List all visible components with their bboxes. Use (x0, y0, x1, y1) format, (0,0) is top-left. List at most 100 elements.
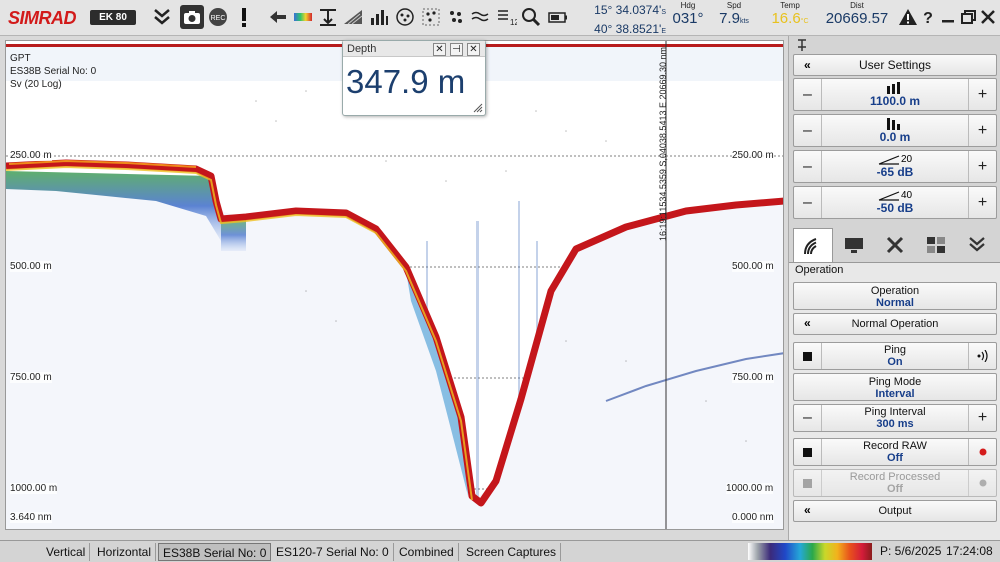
gain-20-value: -65 dB (876, 165, 914, 179)
depth-label-right-750: 750.00 m (732, 372, 774, 383)
gain-20-stepper[interactable]: – 20 -65 dB + (793, 150, 997, 183)
depth-label-left-500: 500.00 m (10, 261, 52, 272)
gain-20-tag: 20 (900, 154, 913, 165)
gain-40-increase-button[interactable]: + (968, 187, 996, 218)
ping-toggle[interactable]: Ping On (793, 342, 997, 370)
start-increase-button[interactable]: + (968, 115, 996, 146)
ping-interval-increase-button[interactable]: + (968, 405, 996, 431)
range-increase-button[interactable]: + (968, 79, 996, 110)
monitor-icon (845, 238, 863, 253)
tools-icon[interactable]: ✕ (433, 43, 446, 56)
record-processed-label: Record Processed (849, 471, 941, 483)
alert-icon[interactable] (232, 5, 256, 29)
tab-install[interactable] (957, 228, 997, 262)
layout-icon (927, 237, 945, 253)
time-readout: 17:24:08 (946, 544, 993, 558)
stop-square-icon (803, 351, 812, 361)
gain-40-stepper[interactable]: – 40 -50 dB + (793, 186, 997, 219)
start-bars-icon (887, 117, 900, 130)
range-decrease-button[interactable]: – (794, 79, 822, 110)
record-processed-toggle[interactable]: Record Processed Off (793, 469, 997, 497)
record-processed-value: Off (887, 483, 903, 495)
expand-chevron-icon: « (804, 316, 811, 330)
close-icon[interactable] (976, 5, 1000, 29)
depth-label-right-1000: 1000.00 m (726, 483, 774, 494)
pin-icon[interactable]: ⊣ (450, 43, 463, 56)
ping-mode-button[interactable]: Ping Mode Interval (793, 373, 997, 401)
position-readout: 15° 34.0374'S 40° 38.8521'E (580, 2, 666, 40)
ping-wave-icon (977, 350, 988, 362)
record-raw-stop-button[interactable] (794, 439, 822, 465)
ping-interval-value: 300 ms (876, 418, 914, 430)
output-button[interactable]: « Output (793, 500, 997, 522)
record-raw-toggle[interactable]: Record RAW Off (793, 438, 997, 466)
tab-display[interactable] (834, 228, 874, 262)
fish-cluster-icon[interactable] (444, 5, 468, 29)
ping-mode-value: Interval (875, 388, 915, 400)
ping-stop-button[interactable] (794, 343, 822, 369)
close-popup-icon[interactable]: ✕ (467, 43, 480, 56)
scatter-icon[interactable] (419, 5, 443, 29)
temp-value: 16.6 (771, 10, 801, 27)
tab-operation[interactable] (793, 228, 833, 262)
color-scale-icon[interactable] (291, 5, 315, 29)
gain-slope-icon (878, 191, 900, 201)
layer-icon[interactable]: 123 (494, 5, 518, 29)
gain-20-increase-button[interactable]: + (968, 151, 996, 182)
color-scale-bar[interactable] (748, 543, 872, 560)
record-icon[interactable]: REC (206, 5, 230, 29)
echogram-info-line1: GPT (10, 53, 31, 64)
tab-setup[interactable] (875, 228, 915, 262)
camera-icon[interactable] (180, 5, 204, 29)
tab-screen-captures[interactable]: Screen Captures (462, 543, 562, 561)
chevron-down-icon[interactable] (150, 5, 174, 29)
gain-20-decrease-button[interactable]: – (794, 151, 822, 182)
resize-grip-icon[interactable] (473, 103, 483, 113)
user-settings-button[interactable]: « User Settings (793, 54, 997, 76)
speed-label: Spd (726, 1, 742, 10)
right-bottom-range: 0.000 nm (732, 512, 774, 523)
control-panel: « User Settings – 1100.0 m + – 0.0 m + – (788, 36, 1000, 540)
vertical-marker-label: 16:19:11534.5359 S,04038.5413 E 20669.30… (658, 46, 668, 241)
ping-interval-decrease-button[interactable]: – (794, 405, 822, 431)
temp-unit: °C (800, 18, 809, 25)
operation-button[interactable]: Operation Normal (793, 282, 997, 310)
bottom-hatch-icon[interactable] (341, 5, 365, 29)
waves-icon[interactable] (469, 5, 493, 29)
speed-value: 7.9 (719, 10, 740, 27)
range-value: 1100.0 m (869, 93, 921, 108)
operation-section-title: Operation (795, 264, 844, 276)
depth-popup[interactable]: Depth ✕ ⊣ ✕ 347.9 m (342, 40, 486, 116)
tab-horizontal[interactable]: Horizontal (93, 543, 157, 561)
brand-logo: SIMRAD (8, 8, 77, 28)
heading-readout: Hdg 031° (672, 1, 704, 27)
left-bottom-range: 3.640 nm (10, 512, 52, 523)
depth-range-icon[interactable] (316, 5, 340, 29)
tools-cross-icon (886, 236, 904, 254)
start-depth-stepper[interactable]: – 0.0 m + (793, 114, 997, 147)
record-processed-start-button[interactable] (968, 470, 996, 496)
record-processed-stop-button[interactable] (794, 470, 822, 496)
tab-layout[interactable] (916, 228, 956, 262)
stop-square-icon (803, 478, 812, 488)
tab-es120[interactable]: ES120-7 Serial No: 0 (272, 543, 394, 561)
normal-operation-button[interactable]: « Normal Operation (793, 313, 997, 335)
start-decrease-button[interactable]: – (794, 115, 822, 146)
tab-vertical[interactable]: Vertical (42, 543, 91, 561)
bar-chart-icon[interactable] (367, 5, 391, 29)
tab-combined[interactable]: Combined (395, 543, 459, 561)
ping-sound-button[interactable] (968, 343, 996, 369)
range-stepper[interactable]: – 1100.0 m + (793, 78, 997, 111)
pin-panel-icon[interactable] (795, 38, 809, 52)
target-icon[interactable] (393, 5, 417, 29)
tab-es38b[interactable]: ES38B Serial No: 0 (158, 543, 272, 561)
gain-slope-icon (878, 155, 900, 165)
arrow-left-icon[interactable] (266, 5, 290, 29)
operation-value: Normal (876, 297, 914, 309)
sonar-waves-icon (804, 237, 817, 254)
longitude: 40° 38.8521' (594, 22, 662, 36)
record-raw-start-button[interactable] (968, 439, 996, 465)
ping-interval-stepper[interactable]: – Ping Interval 300 ms + (793, 404, 997, 432)
zoom-icon[interactable] (519, 5, 543, 29)
gain-40-decrease-button[interactable]: – (794, 187, 822, 218)
